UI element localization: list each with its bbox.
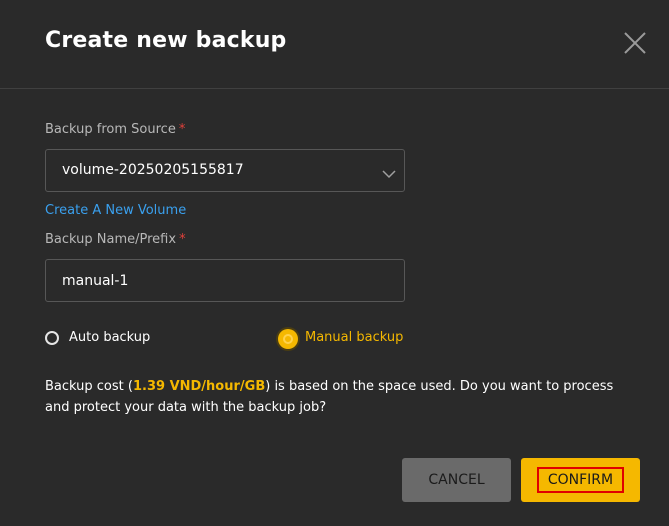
- description-prefix: Backup cost (: [45, 379, 133, 394]
- backup-cost-description: Backup cost (1.39 VND/hour/GB) is based …: [45, 376, 635, 418]
- radio-unchecked-icon: [45, 331, 59, 345]
- manual-backup-radio[interactable]: Manual backup: [278, 329, 419, 349]
- auto-backup-label: Auto backup: [69, 330, 151, 345]
- confirm-button-label: CONFIRM: [537, 467, 624, 493]
- close-icon[interactable]: [620, 28, 650, 58]
- radio-checked-icon: [278, 329, 298, 349]
- auto-backup-radio[interactable]: Auto backup: [45, 329, 165, 349]
- manual-backup-label: Manual backup: [305, 330, 404, 345]
- source-select[interactable]: volume-20250205155817: [45, 149, 405, 192]
- required-mark: *: [179, 232, 186, 247]
- create-backup-dialog: Create new backup Backup from Source * vo…: [0, 0, 669, 526]
- cancel-button[interactable]: CANCEL: [402, 458, 511, 502]
- dialog-title: Create new backup: [45, 28, 287, 53]
- backup-name-input[interactable]: [45, 259, 405, 302]
- backup-cost-value: 1.39 VND/hour/GB: [132, 379, 266, 394]
- confirm-button[interactable]: CONFIRM: [521, 458, 640, 502]
- chevron-down-icon: [382, 165, 396, 179]
- dialog-header: Create new backup: [0, 0, 669, 89]
- name-label-text: Backup Name/Prefix: [45, 232, 177, 247]
- source-label-text: Backup from Source: [45, 122, 176, 137]
- source-label: Backup from Source *: [45, 122, 185, 137]
- required-mark: *: [178, 122, 186, 137]
- source-select-value: volume-20250205155817: [62, 162, 244, 178]
- create-volume-link[interactable]: Create A New Volume: [45, 203, 186, 218]
- name-label: Backup Name/Prefix *: [45, 232, 186, 247]
